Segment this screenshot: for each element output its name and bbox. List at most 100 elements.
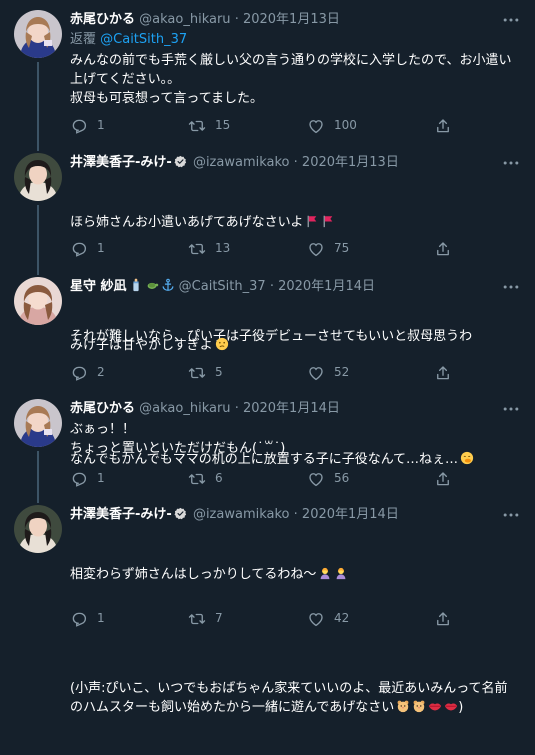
tweet-header: 赤尾ひかる @akao_hikaru · 2020年1月13日 [70, 10, 495, 30]
like-count: 42 [334, 611, 350, 625]
display-name[interactable]: 星守 紗凪 [70, 279, 127, 294]
user-handle[interactable]: @akao_hikaru [139, 12, 230, 27]
retweet-icon [188, 117, 206, 135]
tweet[interactable]: 井澤美香子-みけ- @izawamikako · 2020年1月14日 相変わら… [0, 493, 535, 715]
reply-icon [70, 470, 88, 488]
tweet-date[interactable]: 2020年1月13日 [302, 155, 399, 170]
retweet-button[interactable]: 5 [188, 361, 223, 383]
display-name[interactable]: 赤尾ひかる [70, 12, 135, 27]
tweet-date[interactable]: 2020年1月14日 [302, 507, 399, 522]
anchor-icon [162, 278, 173, 291]
avatar[interactable] [14, 505, 62, 553]
more-icon[interactable] [501, 505, 521, 525]
display-name[interactable]: 赤尾ひかる [70, 401, 135, 416]
retweet-count: 6 [215, 471, 223, 485]
retweet-count: 15 [215, 118, 231, 132]
share-button[interactable] [434, 467, 452, 489]
retweet-button[interactable]: 7 [188, 607, 223, 629]
more-icon[interactable] [501, 10, 521, 30]
share-icon [434, 117, 452, 135]
flag-icon [307, 215, 317, 228]
confused-face-icon [215, 337, 228, 351]
tweet-actions: 1 6 56 [62, 467, 482, 489]
separator-dot: · [269, 279, 274, 294]
like-button[interactable]: 75 [307, 237, 349, 259]
like-button[interactable]: 56 [307, 467, 349, 489]
thread-line [37, 451, 39, 493]
retweet-button[interactable]: 13 [188, 237, 230, 259]
like-count: 52 [334, 365, 350, 379]
tweet-text: 相変わらず姉さんはしっかりしてるわね〜 [70, 567, 317, 582]
like-icon [307, 364, 325, 382]
reply-count: 1 [97, 471, 105, 485]
woman-icon [336, 567, 346, 580]
like-icon [307, 117, 325, 135]
tweet-text: ほら姉さんお小遣いあげてあげなさいよ [70, 215, 304, 230]
user-handle[interactable]: @akao_hikaru [139, 401, 230, 416]
user-handle[interactable]: @izawamikako [193, 507, 290, 522]
avatar[interactable] [14, 10, 62, 58]
hamster-icon [413, 700, 425, 713]
thread-line [37, 62, 39, 143]
reply-button[interactable]: 2 [70, 361, 105, 383]
tweet-text: みけ子は甘やかしすぎよ [70, 338, 213, 353]
like-icon [307, 470, 325, 488]
like-button[interactable]: 100 [307, 114, 357, 136]
tweet-actions: 1 13 75 [62, 237, 482, 259]
user-handle[interactable]: @izawamikako [193, 155, 290, 170]
more-icon[interactable] [501, 277, 521, 297]
share-button[interactable] [434, 237, 452, 259]
reply-button[interactable]: 1 [70, 237, 105, 259]
reply-to-link[interactable]: @CaitSith_37 [100, 32, 187, 47]
tweet-header: 星守 紗凪 @CaitSith_37 · 2020年1月14日 [70, 277, 495, 297]
display-name[interactable]: 井澤美香子-みけ- [70, 507, 172, 522]
tweet[interactable]: 赤尾ひかる @akao_hikaru · 2020年1月13日 返覆 @Cait… [0, 0, 535, 143]
thread-line [37, 143, 39, 151]
tweet-date[interactable]: 2020年1月13日 [243, 12, 340, 27]
separator-dot: · [293, 507, 298, 522]
verified-icon [174, 507, 187, 520]
reply-count: 1 [97, 611, 105, 625]
avatar[interactable] [14, 399, 62, 447]
display-name[interactable]: 井澤美香子-みけ- [70, 155, 172, 170]
reply-label: 返覆 [70, 32, 97, 47]
like-button[interactable]: 42 [307, 607, 349, 629]
turtle-icon [147, 282, 158, 289]
share-icon [434, 240, 452, 258]
reply-count: 1 [97, 118, 105, 132]
reply-button[interactable]: 1 [70, 607, 105, 629]
retweet-button[interactable]: 15 [188, 114, 230, 136]
reply-count: 2 [97, 365, 105, 379]
avatar[interactable] [14, 277, 62, 325]
tweet-date[interactable]: 2020年1月14日 [278, 279, 375, 294]
user-handle[interactable]: @CaitSith_37 [179, 279, 266, 294]
tweet-header: 赤尾ひかる @akao_hikaru · 2020年1月14日 [70, 399, 495, 419]
tweet-text: ぶぁっ！！ ちょっと置いといただけだもん(˙꒳˙) [70, 422, 286, 456]
share-button[interactable] [434, 361, 452, 383]
tweet[interactable]: 赤尾ひかる @akao_hikaru · 2020年1月14日 ぶぁっ！！ ちょ… [0, 389, 535, 493]
share-icon [434, 470, 452, 488]
separator-dot: · [234, 401, 239, 416]
reply-icon [70, 240, 88, 258]
reply-button[interactable]: 1 [70, 467, 105, 489]
avatar[interactable] [14, 153, 62, 201]
more-icon[interactable] [501, 153, 521, 173]
like-icon [307, 610, 325, 628]
more-icon[interactable] [501, 399, 521, 419]
reply-icon [70, 364, 88, 382]
tweet-date[interactable]: 2020年1月14日 [243, 401, 340, 416]
retweet-button[interactable]: 6 [188, 467, 223, 489]
tweet[interactable]: 井澤美香子-みけ- @izawamikako · 2020年1月13日 ほら姉さ… [0, 143, 535, 344]
tweet-actions: 2 5 52 [62, 361, 482, 383]
share-button[interactable] [434, 607, 452, 629]
share-button[interactable] [434, 114, 452, 136]
tweet-actions: 1 7 42 [62, 607, 482, 629]
like-count: 100 [334, 118, 357, 132]
lips-icon [445, 703, 458, 711]
like-button[interactable]: 52 [307, 361, 349, 383]
reply-button[interactable]: 1 [70, 114, 105, 136]
verified-icon [174, 155, 187, 168]
woman-icon [320, 567, 330, 580]
tweet[interactable]: 星守 紗凪 @CaitSith_37 · 2020年1月14日 みけ子は甘やかし… [0, 265, 535, 467]
tweet-text-end: ) [458, 700, 464, 715]
